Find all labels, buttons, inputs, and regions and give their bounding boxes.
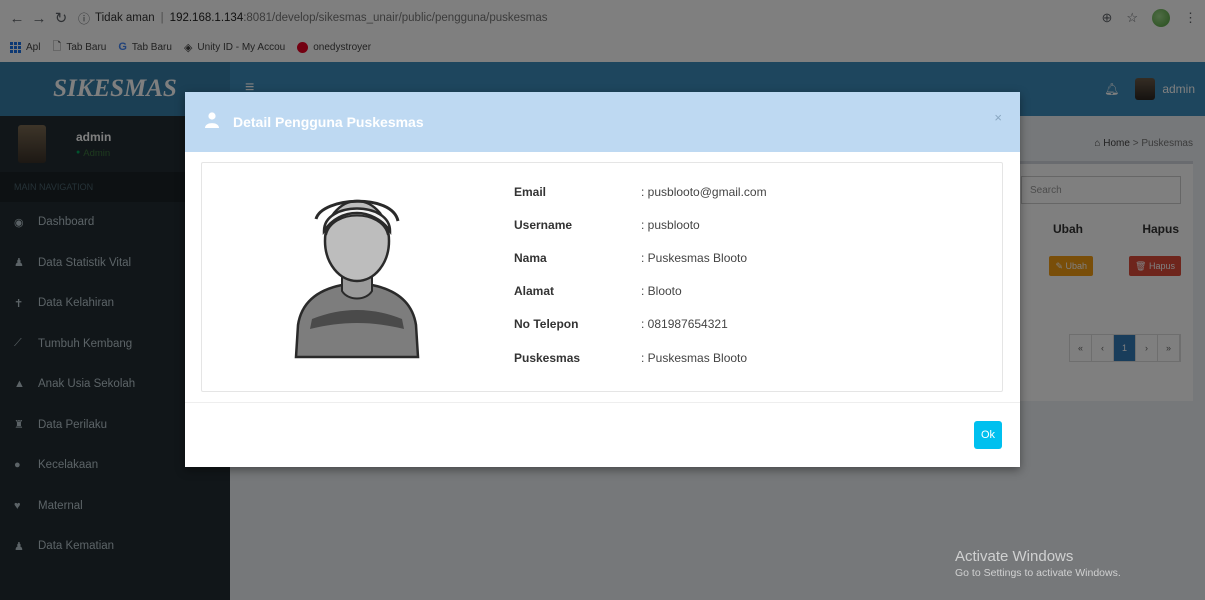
user-icon [205, 112, 219, 133]
detail-value: : Puskesmas Blooto [641, 250, 748, 265]
modal-body: Email : pusblooto@gmail.com Username : pusb… [201, 162, 1003, 392]
windows-activation-watermark: Activate Windows Go to Settings to activ… [955, 548, 1121, 579]
detail-label: No Telepon [514, 317, 579, 332]
close-icon[interactable]: × [994, 110, 1002, 125]
detail-value: : 081987654321 [641, 317, 728, 332]
detail-modal: Detail Pengguna Puskesmas × Email : pusbl… [185, 92, 1020, 467]
detail-label: Nama [514, 250, 547, 265]
profile-avatar [282, 179, 432, 359]
modal-header: Detail Pengguna Puskesmas × [185, 92, 1020, 152]
detail-value: : Blooto [641, 284, 682, 299]
detail-row: Alamat : Blooto [514, 275, 767, 308]
detail-label: Username [514, 217, 573, 232]
detail-value: : pusblooto [641, 217, 700, 232]
detail-row: Username : pusblooto [514, 208, 767, 241]
watermark-line2: Go to Settings to activate Windows. [955, 567, 1121, 579]
detail-label: Alamat [514, 284, 555, 299]
detail-row: No Telepon : 081987654321 [514, 308, 767, 341]
ok-button[interactable]: Ok [974, 421, 1002, 449]
detail-label: Puskesmas [514, 350, 581, 365]
detail-row: Nama : Puskesmas Blooto [514, 241, 767, 274]
modal-footer: Ok [185, 402, 1020, 467]
detail-label: Email [514, 184, 547, 199]
detail-value: : Puskesmas Blooto [641, 350, 748, 365]
detail-list: Email : pusblooto@gmail.com Username : pusb… [514, 175, 767, 374]
watermark-line1: Activate Windows [955, 548, 1074, 565]
detail-value: : pusblooto@gmail.com [641, 184, 767, 199]
detail-row: Email : pusblooto@gmail.com [514, 175, 767, 208]
modal-title: Detail Pengguna Puskesmas [233, 114, 424, 130]
detail-row: Puskesmas : Puskesmas Blooto [514, 341, 767, 374]
